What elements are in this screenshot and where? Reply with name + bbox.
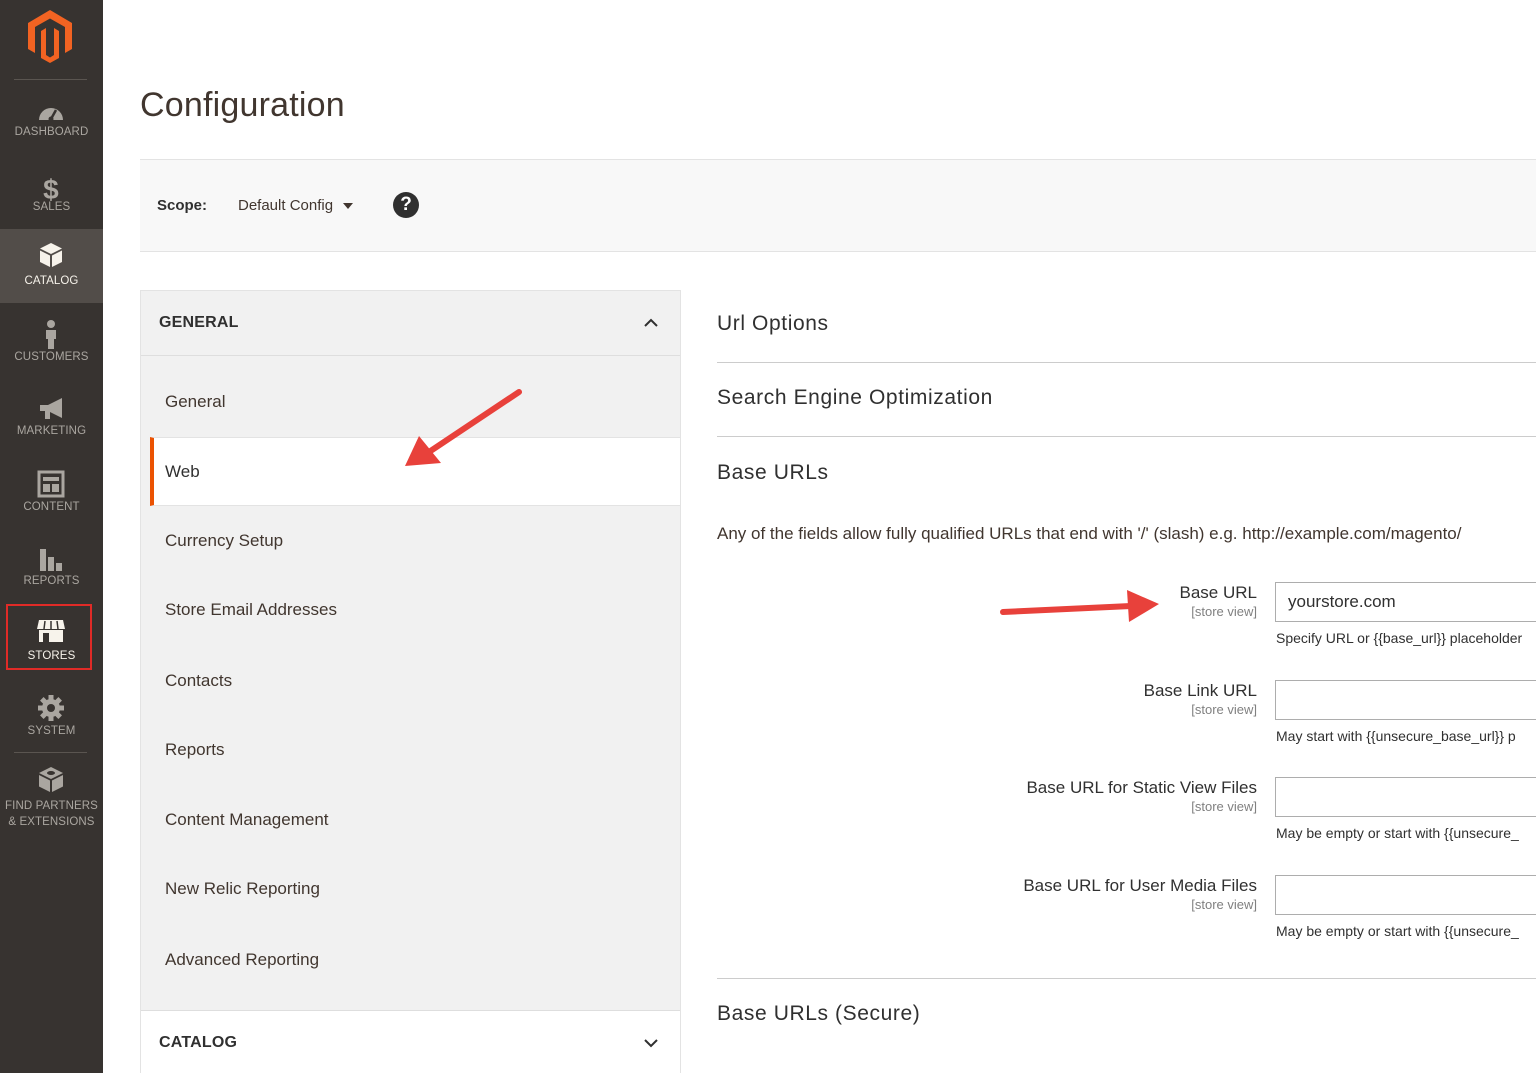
layout-icon	[37, 470, 65, 498]
nav-label: FIND PARTNERS & EXTENSIONS	[0, 798, 103, 830]
nav-item-sales[interactable]: $ SALES	[0, 165, 103, 239]
scope-value: Default Config	[238, 197, 334, 214]
base-url-static-note: May be empty or start with {{unsecure_	[1276, 825, 1519, 841]
gear-icon	[38, 695, 64, 721]
nav-label: DASHBOARD	[14, 126, 89, 138]
dollar-icon: $	[43, 174, 59, 203]
base-url-media-input[interactable]	[1275, 875, 1536, 915]
nav-label: REPORTS	[23, 575, 80, 587]
svg-text:$: $	[43, 174, 59, 203]
dashboard-icon	[39, 108, 63, 122]
section-divider	[717, 436, 1536, 437]
nav-item-find-partners[interactable]: FIND PARTNERS & EXTENSIONS	[0, 760, 103, 840]
nav-label: SYSTEM	[27, 725, 76, 737]
nav-item-catalog[interactable]: CATALOG	[0, 229, 103, 303]
nav-item-dashboard[interactable]: DASHBOARD	[0, 90, 103, 164]
tab-new-relic-reporting[interactable]: New Relic Reporting	[141, 855, 680, 924]
nav-label: MARKETING	[16, 425, 87, 437]
extensions-icon	[39, 767, 63, 792]
nav-label: STORES	[27, 650, 76, 662]
tab-currency-setup[interactable]: Currency Setup	[141, 507, 680, 576]
tab-group-title: CATALOG	[159, 1034, 238, 1051]
nav-label: CUSTOMERS	[14, 351, 89, 363]
annotation-arrow-icon	[405, 389, 522, 466]
section-divider	[717, 978, 1536, 979]
nav-divider	[14, 79, 87, 80]
scope-bar: Scope: Default Config ?	[140, 159, 1536, 252]
person-icon	[46, 320, 56, 349]
section-seo[interactable]: Search Engine Optimization	[717, 386, 993, 410]
base-url-media-note: May be empty or start with {{unsecure_	[1276, 923, 1519, 939]
nav-item-content[interactable]: CONTENT	[0, 460, 103, 534]
nav-item-customers[interactable]: CUSTOMERS	[0, 311, 103, 385]
nav-label-line: & EXTENSIONS	[8, 816, 95, 828]
magento-logo-icon[interactable]	[26, 8, 74, 64]
nav-item-reports[interactable]: REPORTS	[0, 535, 103, 609]
base-link-url-input[interactable]	[1275, 680, 1536, 720]
base-url-scope: [store view]	[1191, 604, 1257, 619]
tab-label: Reports	[165, 740, 225, 759]
chevron-up-icon	[644, 318, 658, 327]
storefront-icon	[37, 620, 65, 642]
base-link-url-label: Base Link URL	[1143, 681, 1257, 700]
tab-contacts[interactable]: Contacts	[141, 647, 680, 716]
nav-item-system[interactable]: SYSTEM	[0, 685, 103, 759]
bar-chart-icon	[40, 549, 62, 571]
base-url-static-input[interactable]	[1275, 777, 1536, 817]
section-url-options[interactable]: Url Options	[717, 312, 829, 336]
tab-label: General	[165, 392, 226, 411]
nav-label: SALES	[32, 201, 71, 213]
tab-label: New Relic Reporting	[165, 879, 320, 898]
base-url-media-label: Base URL for User Media Files	[1023, 876, 1257, 895]
base-link-url-note: May start with {{unsecure_base_url}} p	[1276, 728, 1516, 744]
tab-label: Store Email Addresses	[165, 600, 337, 619]
annotation-arrow-icon	[1000, 590, 1159, 622]
scope-label: Scope:	[157, 197, 208, 214]
nav-divider	[14, 752, 87, 753]
section-base-urls-secure[interactable]: Base URLs (Secure)	[717, 1002, 920, 1026]
tab-label: Currency Setup	[165, 531, 284, 550]
nav-label-line: FIND PARTNERS	[5, 800, 98, 812]
tab-label: Contacts	[165, 671, 233, 690]
tab-store-email-addresses[interactable]: Store Email Addresses	[141, 576, 680, 645]
base-url-note: Specify URL or {{base_url}} placeholder	[1276, 630, 1523, 646]
tab-label: Web	[165, 462, 200, 481]
nav-label: CONTENT	[23, 501, 80, 513]
base-url-label: Base URL	[1179, 583, 1257, 602]
admin-sidebar: DASHBOARD $ SALES CATALOG CUSTOMERS MARK…	[0, 0, 103, 1073]
tab-advanced-reporting[interactable]: Advanced Reporting	[141, 926, 680, 995]
base-url-media-scope: [store view]	[1191, 897, 1257, 912]
nav-item-marketing[interactable]: MARKETING	[0, 386, 103, 460]
tab-label: Advanced Reporting	[165, 950, 320, 969]
tab-label: Content Management	[165, 810, 329, 829]
tab-group-title: GENERAL	[159, 314, 239, 331]
base-url-static-scope: [store view]	[1191, 799, 1257, 814]
base-link-url-scope: [store view]	[1191, 702, 1257, 717]
box-icon	[40, 243, 62, 267]
nav-item-stores[interactable]: STORES	[0, 602, 103, 676]
help-icon[interactable]: ?	[393, 192, 419, 218]
scope-switcher[interactable]: Default Config	[238, 197, 354, 214]
tab-group-general[interactable]: GENERAL	[141, 291, 680, 355]
base-url-input[interactable]	[1275, 582, 1536, 622]
tab-reports[interactable]: Reports	[141, 716, 680, 785]
tab-group-catalog[interactable]: CATALOG	[141, 1011, 680, 1075]
page-title: Configuration	[140, 86, 345, 124]
tab-content-management[interactable]: Content Management	[141, 786, 680, 855]
chevron-down-icon	[644, 1039, 658, 1048]
base-url-static-label: Base URL for Static View Files	[1026, 778, 1257, 797]
tab-divider	[141, 355, 680, 356]
section-base-urls[interactable]: Base URLs	[717, 461, 829, 485]
caret-down-icon	[343, 203, 354, 210]
nav-label: CATALOG	[24, 275, 79, 287]
base-urls-comment: Any of the fields allow fully qualified …	[717, 524, 1462, 543]
megaphone-icon	[40, 398, 62, 419]
section-divider	[717, 362, 1536, 363]
